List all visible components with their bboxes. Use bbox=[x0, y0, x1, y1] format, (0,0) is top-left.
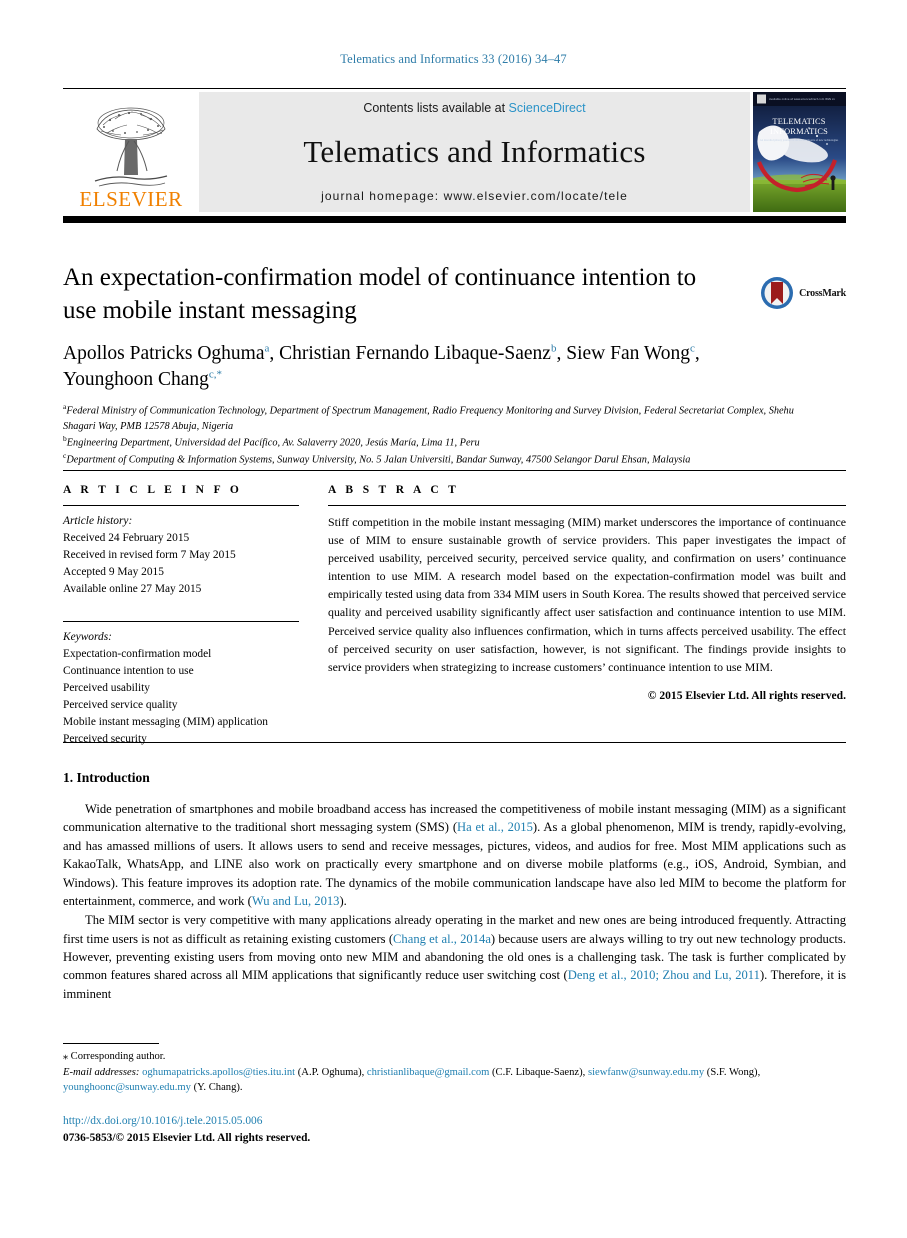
citation-link[interactable]: Ha et al., 2015 bbox=[457, 820, 533, 834]
author-affil-marker: a bbox=[264, 342, 270, 355]
author-list: Apollos Patricks Oghumaa, Christian Fern… bbox=[63, 342, 700, 390]
elsevier-logo: ELSEVIER bbox=[63, 92, 199, 212]
abstract-text: Stiff competition in the mobile instant … bbox=[328, 515, 846, 674]
keyword-item: Perceived security bbox=[63, 733, 147, 746]
svg-text:An interdisciplinary journal o: An interdisciplinary journal on the soci… bbox=[760, 139, 839, 142]
journal-title: Telematics and Informatics bbox=[303, 134, 646, 169]
paper-page: Telematics and Informatics 33 (2016) 34–… bbox=[0, 0, 907, 1238]
affiliation-c: cDepartment of Computing & Information S… bbox=[63, 451, 823, 468]
history-received: Received 24 February 2015 bbox=[63, 532, 190, 545]
email-owner: (Y. Chang) bbox=[193, 1081, 240, 1093]
crossmark-icon bbox=[761, 277, 794, 309]
footnote-rule bbox=[63, 1043, 159, 1044]
journal-cover-image: Available online at www.sciencedirect.co… bbox=[753, 92, 846, 212]
footnote-section: ⁎ Corresponding author. E-mail addresses… bbox=[63, 1043, 846, 1095]
abstract-section: A B S T R A C T Stiff competition in the… bbox=[328, 484, 846, 702]
affiliation-list: aFederal Ministry of Communication Techn… bbox=[63, 402, 823, 468]
corresponding-author-text: Corresponding author. bbox=[70, 1051, 166, 1062]
affiliation-text: Federal Ministry of Communication Techno… bbox=[63, 405, 794, 432]
email-owner: (A.P. Oghuma) bbox=[297, 1066, 362, 1078]
footnote-body: ⁎ Corresponding author. E-mail addresses… bbox=[63, 1049, 846, 1095]
email-link[interactable]: oghumapatricks.apollos@ties.itu.int bbox=[142, 1067, 295, 1078]
contents-prefix: Contents lists available at bbox=[363, 101, 509, 115]
introduction-paragraph-1: Wide penetration of smartphones and mobi… bbox=[63, 800, 846, 910]
page-title: An expectation-confirmation model of con… bbox=[63, 264, 697, 324]
email-owner: (S.F. Wong) bbox=[706, 1066, 758, 1078]
email-link[interactable]: siewfanw@sunway.edu.my bbox=[588, 1067, 704, 1078]
keywords-block: Keywords: Expectation-confirmation model… bbox=[63, 629, 299, 749]
keyword-item: Perceived service quality bbox=[63, 698, 178, 711]
history-accepted: Accepted 9 May 2015 bbox=[63, 566, 164, 579]
banner-top-rule bbox=[63, 88, 846, 89]
affiliation-a: aFederal Ministry of Communication Techn… bbox=[63, 402, 823, 434]
crossmark-label: CrossMark bbox=[799, 287, 846, 299]
email-label: E-mail addresses: bbox=[63, 1066, 140, 1078]
introduction-paragraph-2: The MIM sector is very competitive with … bbox=[63, 911, 846, 1003]
keyword-item: Perceived usability bbox=[63, 681, 150, 694]
banner-bottom-rule bbox=[63, 216, 846, 223]
keyword-item: Continuance intention to use bbox=[63, 664, 194, 677]
keyword-item: Expectation-confirmation model bbox=[63, 647, 212, 660]
email-link[interactable]: younghoonc@sunway.edu.my bbox=[63, 1082, 191, 1093]
email-addresses-line: E-mail addresses: oghumapatricks.apollos… bbox=[63, 1066, 761, 1093]
running-head: Telematics and Informatics 33 (2016) 34–… bbox=[340, 52, 567, 66]
citation-link[interactable]: Chang et al., 2014a bbox=[393, 932, 491, 946]
email-owner: (C.F. Libaque-Saenz) bbox=[492, 1066, 583, 1078]
banner-center: Contents lists available at ScienceDirec… bbox=[199, 92, 750, 212]
introduction-heading: 1. Introduction bbox=[63, 770, 150, 785]
elsevier-wordmark: ELSEVIER bbox=[79, 187, 183, 211]
title-block: An expectation-confirmation model of con… bbox=[63, 262, 846, 468]
svg-text:TELEMATICS: TELEMATICS bbox=[772, 117, 825, 126]
history-revised: Received in revised form 7 May 2015 bbox=[63, 549, 236, 562]
keywords-rule bbox=[63, 620, 299, 622]
author-affil-marker: b bbox=[550, 342, 557, 355]
para1-part3: ). bbox=[339, 893, 347, 908]
article-info-section: A R T I C L E I N F O Article history: R… bbox=[63, 484, 299, 748]
article-info-rule bbox=[63, 505, 299, 506]
keywords-label: Keywords: bbox=[63, 630, 112, 643]
article-history-label: Article history: bbox=[63, 515, 133, 527]
svg-text:ISSN xx: ISSN xx bbox=[825, 97, 835, 101]
issn-copyright-line: 0736-5853/© 2015 Elsevier Ltd. All right… bbox=[63, 1132, 311, 1145]
history-online: Available online 27 May 2015 bbox=[63, 583, 202, 596]
affiliation-b: bEngineering Department, Universidad del… bbox=[63, 434, 823, 451]
asterisk-icon: ⁎ bbox=[63, 1051, 68, 1062]
info-section-top-rule bbox=[63, 470, 846, 471]
doi-link[interactable]: http://dx.doi.org/10.1016/j.tele.2015.05… bbox=[63, 1113, 310, 1130]
citation-link[interactable]: Wu and Lu, 2013 bbox=[252, 894, 340, 908]
svg-text:INFORMATICS: INFORMATICS bbox=[770, 127, 828, 136]
corresponding-author-note: ⁎ Corresponding author. bbox=[63, 1049, 846, 1065]
introduction-section: 1. Introduction Wide penetration of smar… bbox=[63, 770, 846, 1003]
contents-available-line: Contents lists available at ScienceDirec… bbox=[363, 101, 585, 115]
abstract-bottom-rule bbox=[63, 742, 846, 743]
citation-link[interactable]: Deng et al., 2010; Zhou and Lu, 2011 bbox=[568, 968, 760, 982]
affiliation-text: Department of Computing & Information Sy… bbox=[66, 454, 691, 466]
author-affil-marker: c,* bbox=[208, 368, 223, 381]
svg-text:Available online at www.scienc: Available online at www.sciencedirect.co… bbox=[769, 97, 825, 101]
email-link[interactable]: christianlibaque@gmail.com bbox=[367, 1067, 489, 1078]
elsevier-tree-icon bbox=[94, 107, 168, 187]
abstract-heading: A B S T R A C T bbox=[328, 484, 460, 496]
doi-footer: http://dx.doi.org/10.1016/j.tele.2015.05… bbox=[63, 1113, 310, 1147]
affiliation-text: Engineering Department, Universidad del … bbox=[66, 437, 480, 449]
keyword-item: Mobile instant messaging (MIM) applicati… bbox=[63, 716, 268, 729]
author-affil-marker: c bbox=[689, 342, 695, 355]
crossmark-badge-group[interactable]: CrossMark bbox=[760, 276, 846, 310]
abstract-rule bbox=[328, 505, 846, 506]
journal-cover-thumbnail: Available online at www.sciencedirect.co… bbox=[750, 92, 846, 212]
journal-banner: ELSEVIER Contents lists available at Sci… bbox=[63, 88, 846, 223]
article-history: Article history: Received 24 February 20… bbox=[63, 513, 299, 599]
abstract-copyright: © 2015 Elsevier Ltd. All rights reserved… bbox=[647, 688, 846, 702]
article-info-heading: A R T I C L E I N F O bbox=[63, 484, 243, 496]
journal-homepage-link[interactable]: journal homepage: www.elsevier.com/locat… bbox=[321, 189, 628, 203]
sciencedirect-link[interactable]: ScienceDirect bbox=[509, 101, 586, 115]
